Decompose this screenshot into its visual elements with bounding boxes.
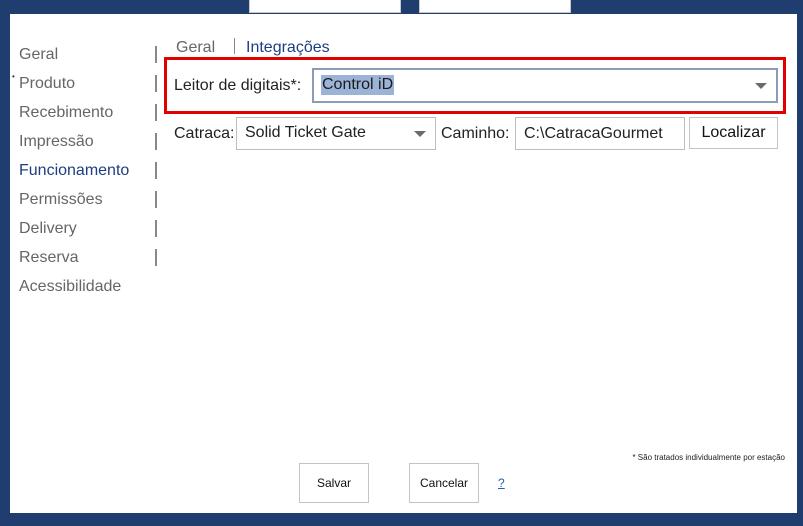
caminho-value: C:\CatracaGourmet (524, 125, 663, 142)
leitor-value: Control iD (321, 75, 395, 95)
marker-dot: • (12, 72, 15, 81)
tab-geral[interactable]: Geral (176, 38, 215, 58)
catraca-select[interactable]: Solid Ticket Gate (236, 117, 436, 150)
nav-item-reserva[interactable]: Reserva (19, 248, 79, 268)
nav-separator (155, 162, 157, 179)
caminho-label: Caminho: (441, 125, 510, 142)
chevron-down-icon (414, 130, 426, 137)
save-button[interactable]: Salvar (299, 463, 369, 503)
top-tab-right[interactable] (419, 0, 571, 13)
leitor-label: Leitor de digitais*: (174, 77, 302, 94)
settings-panel: • Geral Produto Recebimento Impressão Fu… (10, 14, 797, 513)
leitor-select[interactable]: Control iD (312, 68, 778, 103)
catraca-label: Catraca: (174, 125, 235, 142)
top-tab-left[interactable] (249, 0, 401, 13)
footnote: * São tratados individualmente por estaç… (632, 453, 785, 462)
nav-item-recebimento[interactable]: Recebimento (19, 103, 113, 123)
nav-separator (155, 104, 157, 121)
nav-item-permissoes[interactable]: Permissões (19, 190, 103, 210)
nav-item-impressao[interactable]: Impressão (19, 132, 94, 152)
chevron-down-icon (755, 82, 767, 89)
nav-item-geral[interactable]: Geral (19, 45, 58, 65)
cancel-button[interactable]: Cancelar (409, 463, 479, 503)
nav-item-delivery[interactable]: Delivery (19, 219, 77, 239)
nav-separator (155, 249, 157, 266)
tab-separator (234, 38, 235, 54)
catraca-value: Solid Ticket Gate (245, 124, 366, 141)
nav-separator (155, 220, 157, 237)
nav-item-acessibilidade[interactable]: Acessibilidade (19, 277, 121, 297)
nav-separator (155, 133, 157, 150)
localizar-button[interactable]: Localizar (689, 117, 778, 149)
nav-item-funcionamento[interactable]: Funcionamento (19, 161, 129, 181)
nav-separator (155, 46, 157, 63)
caminho-input[interactable]: C:\CatracaGourmet (515, 117, 685, 150)
nav-item-produto[interactable]: Produto (19, 74, 75, 94)
tab-integracoes[interactable]: Integrações (246, 38, 330, 58)
help-link[interactable]: ? (498, 476, 505, 490)
nav-separator (155, 75, 157, 92)
nav-separator (155, 191, 157, 208)
